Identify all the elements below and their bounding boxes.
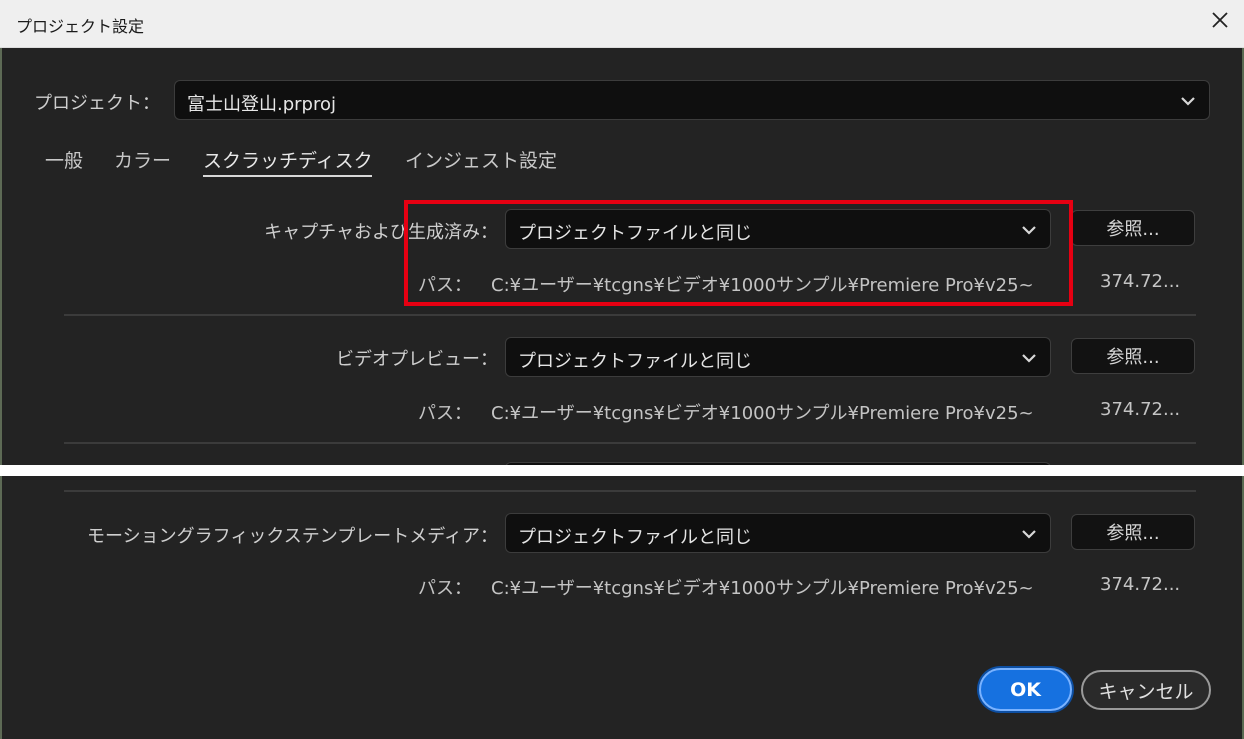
highlight-annotation (404, 200, 1073, 306)
dialog-body-upper: プロジェクト： 富士山登山.prproj 一般 カラー スクラッチディスク イン… (0, 48, 1244, 465)
close-icon[interactable] (1204, 4, 1236, 36)
dialog-titlebar: プロジェクト設定 (0, 0, 1244, 48)
tab-scratch-disks[interactable]: スクラッチディスク (203, 146, 373, 173)
tab-general[interactable]: 一般 (45, 146, 83, 173)
chevron-down-icon (1022, 530, 1036, 539)
section-divider (64, 314, 1196, 316)
video-preview-free-space: 374.72... (1100, 399, 1181, 420)
dialog-title: プロジェクト設定 (16, 17, 145, 36)
tab-color[interactable]: カラー (114, 146, 171, 173)
capture-browse-button[interactable]: 参照... (1071, 210, 1195, 246)
ok-button[interactable]: OK (979, 668, 1072, 711)
video-preview-path: C:¥ユーザー¥tcgns¥ビデオ¥1000サンプル¥Premiere Pro¥… (491, 403, 1034, 424)
background-edge (0, 476, 2, 739)
tab-ingest-settings[interactable]: インジェスト設定 (405, 146, 557, 173)
motion-graphics-select[interactable]: プロジェクトファイルと同じ (505, 513, 1051, 553)
motion-graphics-path: C:¥ユーザー¥tcgns¥ビデオ¥1000サンプル¥Premiere Pro¥… (491, 578, 1034, 599)
section-divider (64, 442, 1196, 444)
chevron-down-icon (1181, 97, 1195, 106)
active-tab-indicator (203, 175, 372, 177)
dialog-body-lower: モーショングラフィックステンプレートメディア： プロジェクトファイルと同じ 参照… (0, 476, 1244, 739)
partial-select (505, 462, 1051, 465)
video-preview-select-value: プロジェクトファイルと同じ (518, 351, 752, 372)
motion-graphics-browse-button[interactable]: 参照... (1071, 514, 1195, 550)
motion-graphics-select-value: プロジェクトファイルと同じ (518, 527, 752, 548)
capture-free-space: 374.72... (1100, 271, 1181, 292)
project-select-value: 富士山登山.prproj (187, 94, 336, 115)
background-edge (0, 48, 2, 465)
motion-graphics-free-space: 374.72... (1100, 574, 1181, 595)
project-label: プロジェクト： (34, 93, 160, 114)
motion-graphics-label: モーショングラフィックステンプレートメディア： (87, 526, 498, 547)
cancel-button[interactable]: キャンセル (1081, 670, 1211, 710)
chevron-down-icon (1022, 354, 1036, 363)
project-select[interactable]: 富士山登山.prproj (174, 80, 1210, 120)
section-divider (64, 490, 1196, 492)
video-preview-browse-button[interactable]: 参照... (1071, 338, 1195, 374)
motion-graphics-path-label: パス： (418, 578, 472, 599)
video-preview-path-label: パス： (418, 403, 472, 424)
video-preview-select[interactable]: プロジェクトファイルと同じ (505, 337, 1051, 377)
video-preview-label: ビデオプレビュー： (336, 349, 498, 370)
